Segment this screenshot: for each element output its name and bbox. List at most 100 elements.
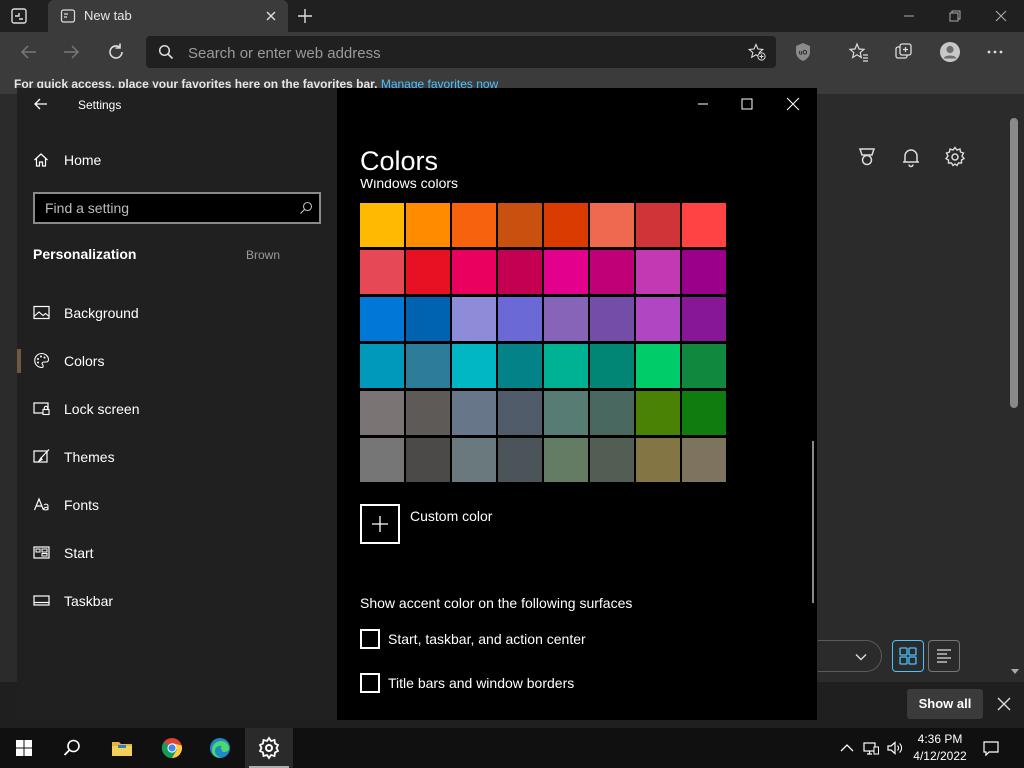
page-layout-dropdown[interactable] (818, 640, 882, 672)
color-swatch[interactable] (636, 297, 680, 341)
color-swatch[interactable] (590, 438, 634, 482)
nav-item-lock-screen[interactable]: Lock screen (17, 389, 337, 429)
scrollbar-thumb[interactable] (1010, 118, 1018, 408)
ublock-extension-icon[interactable]: uO (792, 41, 814, 63)
tab-close-icon[interactable] (264, 9, 278, 23)
list-view-button[interactable] (928, 640, 960, 672)
new-tab-plus-icon[interactable] (296, 7, 314, 25)
volume-icon[interactable] (886, 739, 904, 757)
taskbar-settings[interactable] (245, 728, 293, 768)
color-swatch[interactable] (406, 203, 450, 247)
color-swatch[interactable] (452, 297, 496, 341)
color-swatch[interactable] (406, 344, 450, 388)
color-swatch[interactable] (544, 438, 588, 482)
color-swatch[interactable] (360, 344, 404, 388)
favorites-icon[interactable] (848, 41, 870, 63)
color-swatch[interactable] (590, 391, 634, 435)
color-swatch[interactable] (452, 250, 496, 294)
browser-minimize-icon[interactable] (898, 5, 920, 27)
custom-color-button[interactable] (360, 504, 400, 544)
color-swatch[interactable] (682, 391, 726, 435)
find-setting-input[interactable]: Find a setting (33, 192, 321, 224)
start-taskbar-checkbox[interactable] (360, 629, 380, 649)
color-swatch[interactable] (544, 391, 588, 435)
color-swatch[interactable] (636, 203, 680, 247)
address-bar[interactable]: Search or enter web address (146, 36, 776, 68)
taskbar-file-explorer[interactable] (98, 728, 146, 768)
color-swatch[interactable] (498, 250, 542, 294)
color-swatch[interactable] (360, 203, 404, 247)
collections-icon[interactable] (893, 41, 915, 63)
grid-view-button[interactable] (892, 640, 924, 672)
color-swatch[interactable] (636, 438, 680, 482)
action-center-notification-icon[interactable] (982, 739, 1000, 757)
color-swatch[interactable] (360, 250, 404, 294)
back-arrow-icon[interactable] (18, 41, 40, 63)
more-options-icon[interactable] (984, 41, 1006, 63)
color-swatch[interactable] (360, 438, 404, 482)
info-bar-close-icon[interactable] (996, 696, 1012, 712)
settings-close-icon[interactable] (785, 96, 801, 112)
network-icon[interactable] (862, 739, 880, 757)
color-swatch[interactable] (682, 203, 726, 247)
color-swatch[interactable] (498, 391, 542, 435)
nav-item-start[interactable]: Start (17, 533, 337, 573)
title-bars-checkbox[interactable] (360, 673, 380, 693)
nav-item-themes[interactable]: Themes (17, 437, 337, 477)
color-swatch[interactable] (360, 391, 404, 435)
color-swatch[interactable] (452, 391, 496, 435)
page-settings-gear-icon[interactable] (944, 146, 966, 168)
color-swatch[interactable] (590, 297, 634, 341)
settings-maximize-icon[interactable] (739, 96, 755, 112)
notifications-bell-icon[interactable] (900, 146, 922, 168)
color-swatch[interactable] (498, 344, 542, 388)
forward-arrow-icon[interactable] (60, 41, 82, 63)
nav-item-fonts[interactable]: Fonts (17, 485, 337, 525)
nav-item-background[interactable]: Background (17, 293, 337, 333)
color-swatch[interactable] (452, 438, 496, 482)
color-swatch[interactable] (498, 203, 542, 247)
color-swatch[interactable] (544, 250, 588, 294)
color-swatch[interactable] (636, 250, 680, 294)
scroll-down-arrow-icon[interactable] (1010, 666, 1020, 676)
start-taskbar-checkbox-row[interactable]: Start, taskbar, and action center (360, 629, 780, 651)
color-swatch[interactable] (406, 250, 450, 294)
color-swatch[interactable] (590, 344, 634, 388)
profile-avatar-icon[interactable] (939, 41, 961, 63)
rewards-icon[interactable] (856, 146, 878, 168)
color-swatch[interactable] (590, 250, 634, 294)
title-bars-checkbox-row[interactable]: Title bars and window borders (360, 673, 780, 695)
color-swatch[interactable] (498, 438, 542, 482)
add-favorite-star-icon[interactable] (748, 43, 766, 61)
taskbar-clock-time[interactable]: 4:36 PM (908, 732, 972, 746)
taskbar-chrome[interactable] (148, 728, 196, 768)
color-swatch[interactable] (682, 250, 726, 294)
tab-actions-icon[interactable] (10, 7, 28, 25)
color-swatch[interactable] (682, 297, 726, 341)
content-scrollbar[interactable] (812, 441, 814, 603)
start-button[interactable] (0, 728, 48, 768)
settings-home-link[interactable]: Home (33, 150, 313, 172)
show-all-button[interactable]: Show all (907, 689, 983, 719)
color-swatch[interactable] (636, 391, 680, 435)
color-swatch[interactable] (682, 438, 726, 482)
taskbar-search-button[interactable] (48, 728, 96, 768)
page-scrollbar[interactable] (1006, 104, 1024, 682)
show-hidden-icons-chevron-up-icon[interactable] (838, 739, 856, 757)
color-swatch[interactable] (452, 344, 496, 388)
color-swatch[interactable] (360, 297, 404, 341)
color-swatch[interactable] (406, 438, 450, 482)
color-swatch[interactable] (636, 344, 680, 388)
nav-item-colors[interactable]: Colors (17, 341, 337, 381)
settings-back-arrow-icon[interactable] (33, 96, 49, 112)
refresh-icon[interactable] (105, 41, 127, 63)
browser-restore-icon[interactable] (944, 5, 966, 27)
color-swatch[interactable] (498, 297, 542, 341)
color-swatch[interactable] (406, 297, 450, 341)
color-swatch[interactable] (544, 203, 588, 247)
tab-new-tab[interactable]: New tab (48, 0, 288, 32)
nav-item-taskbar[interactable]: Taskbar (17, 581, 337, 621)
taskbar-clock-date[interactable]: 4/12/2022 (908, 749, 972, 763)
taskbar-edge[interactable] (196, 728, 244, 768)
color-swatch[interactable] (682, 344, 726, 388)
